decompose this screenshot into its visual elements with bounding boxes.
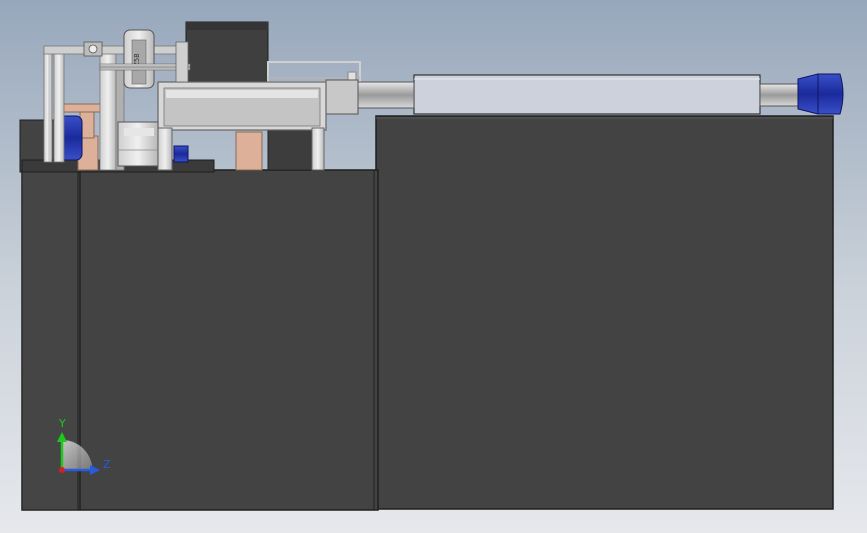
z-axis-label: Z [103, 458, 111, 471]
piston-rod-right[interactable] [759, 83, 801, 107]
aluminium-column-left[interactable] [43, 49, 65, 163]
blue-roller-small[interactable] [173, 145, 189, 163]
x-axis-dot [59, 467, 65, 473]
center-dark-block[interactable] [267, 129, 319, 171]
roller-drum[interactable] [117, 121, 159, 167]
y-axis-label: Y [58, 417, 66, 430]
machine-model[interactable]: MZ5B Y Z [0, 0, 867, 533]
piston-rod-left[interactable] [325, 79, 415, 115]
pulley-wheel[interactable]: MZ5B [123, 29, 155, 89]
blue-end-cap[interactable] [797, 73, 844, 115]
top-crossbar[interactable] [43, 41, 185, 57]
copper-block-center[interactable] [235, 131, 263, 171]
motor-block[interactable] [185, 21, 269, 85]
base-housing-right[interactable] [375, 115, 834, 510]
top-rail-frame[interactable] [267, 61, 361, 83]
cylinder-housing[interactable] [413, 74, 761, 115]
cad-viewport[interactable]: MZ5B Y Z [0, 0, 867, 533]
